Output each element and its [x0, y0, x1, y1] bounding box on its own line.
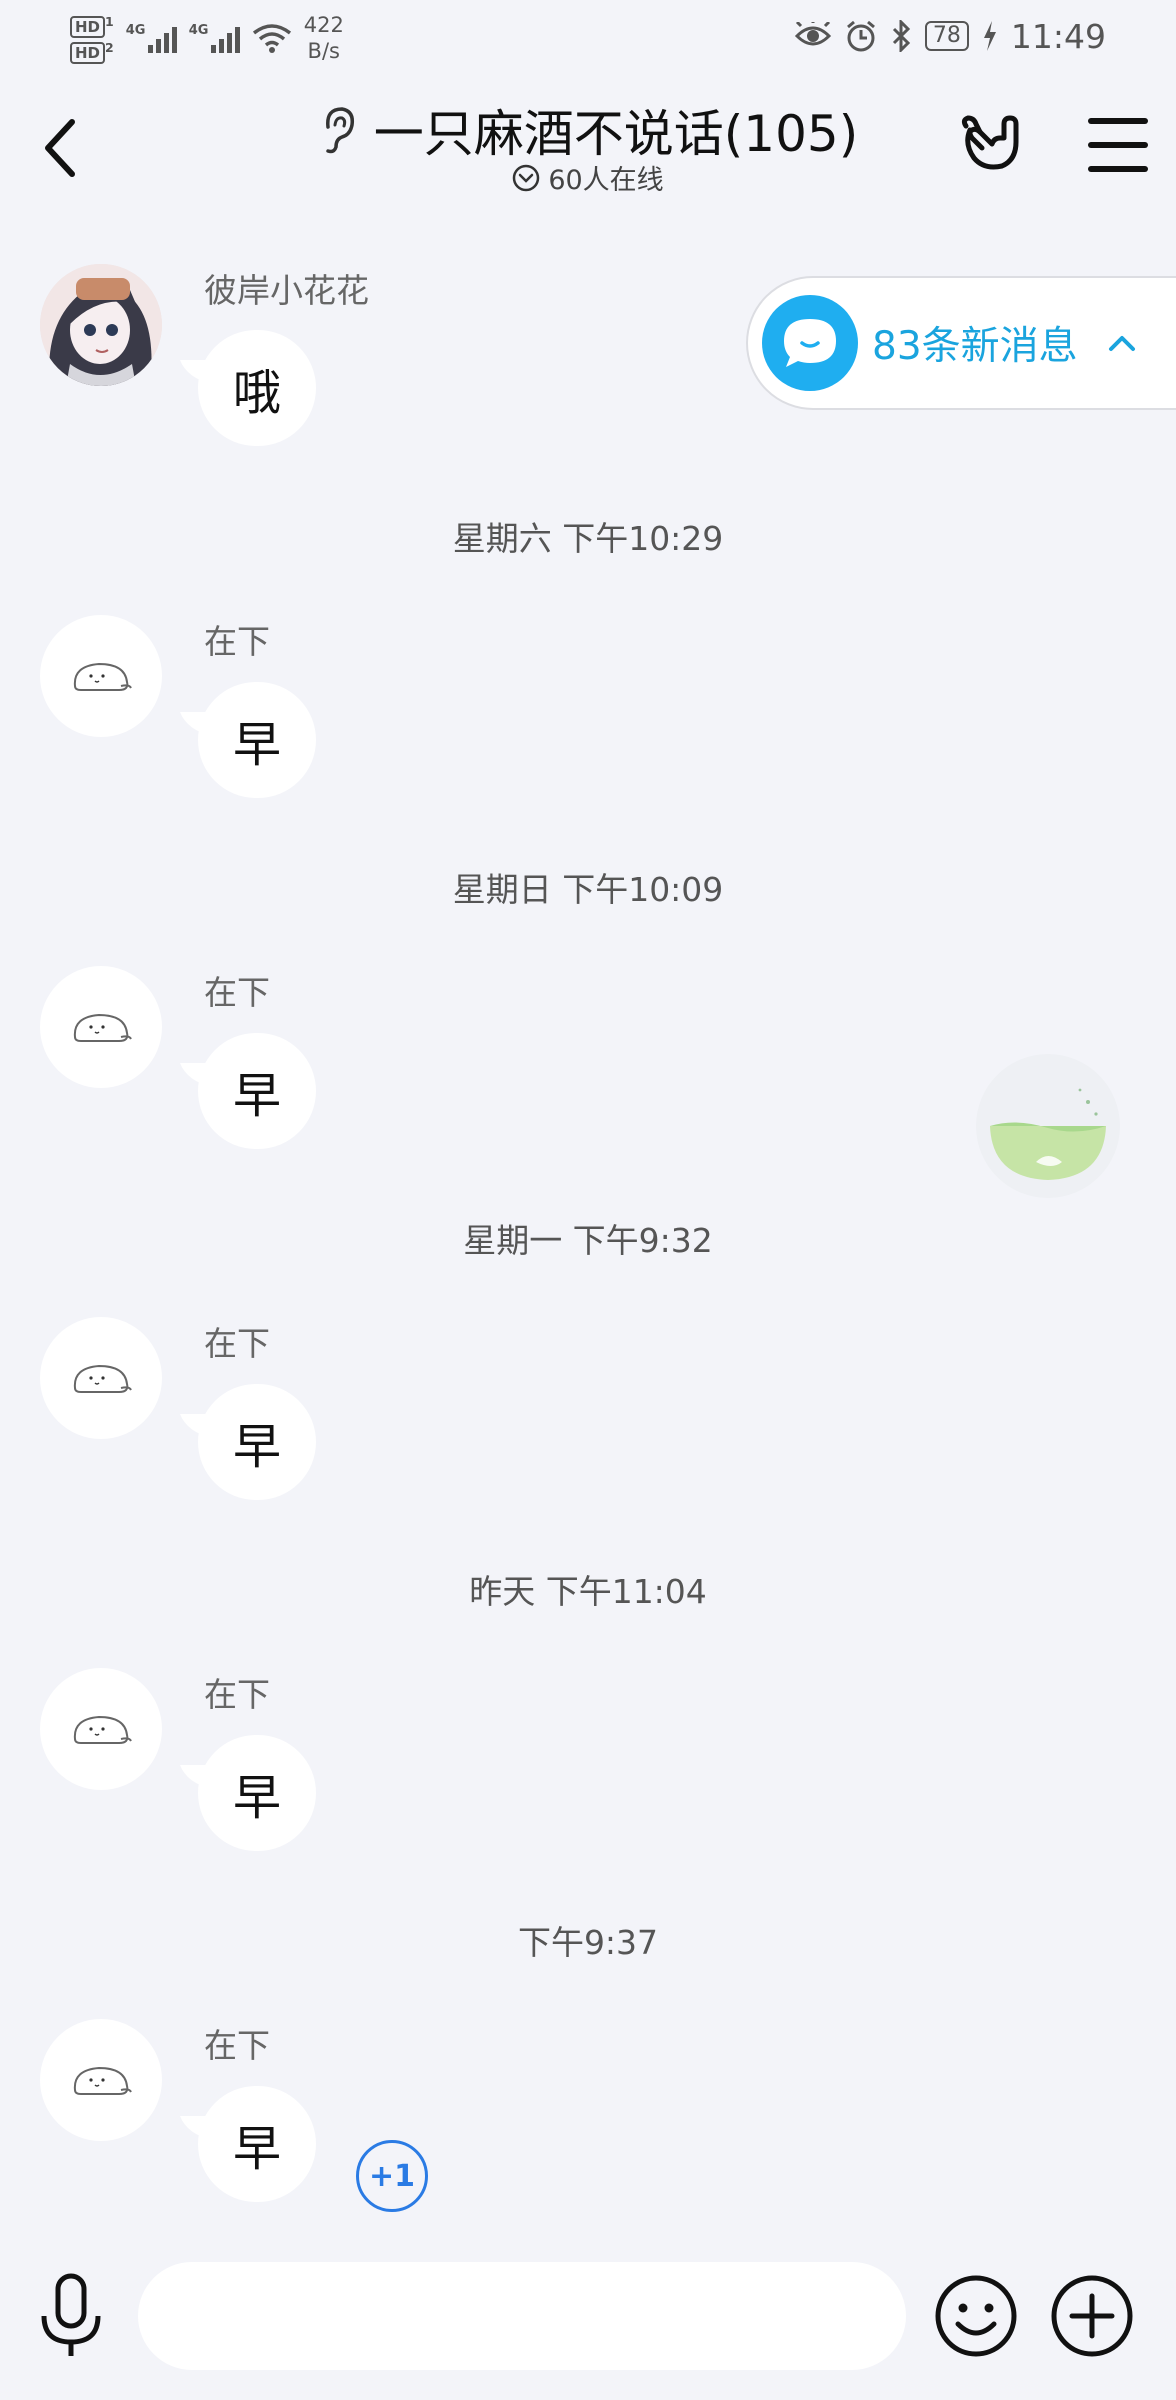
battery-indicator: 78: [924, 21, 969, 51]
sender-name: 彼岸小花花: [204, 271, 369, 310]
bluetooth-icon: [892, 20, 911, 52]
hd-indicators: HD 1 HD 2: [70, 14, 114, 64]
bowl-illustration-icon: [990, 1088, 1106, 1180]
status-bar-right: 78 11:49: [794, 10, 1106, 62]
emoji-button[interactable]: [932, 2272, 1020, 2360]
message-bubble[interactable]: 早: [198, 1033, 316, 1149]
timestamp: 下午9:37: [517, 1923, 659, 1962]
clock: 11:49: [1010, 16, 1106, 56]
message-input[interactable]: [138, 2262, 906, 2370]
message-bubble[interactable]: 早: [198, 682, 316, 798]
avatar[interactable]: [40, 615, 162, 737]
timestamp: 星期日 下午10:09: [452, 870, 724, 909]
chevron-down-circle-icon: [513, 164, 540, 191]
avatar[interactable]: [40, 1668, 162, 1790]
hand-gesture-icon: [961, 115, 1019, 170]
seal-avatar-icon: [73, 662, 132, 691]
more-options-button[interactable]: [1048, 2272, 1136, 2360]
avatar[interactable]: [40, 264, 162, 386]
avatar[interactable]: [40, 966, 162, 1088]
avatar[interactable]: [40, 1317, 162, 1439]
group-title: 一只麻酒不说话(105): [373, 105, 859, 163]
menu-button[interactable]: [1088, 118, 1148, 172]
hand-gesture-button[interactable]: [958, 110, 1024, 176]
seal-avatar-icon: [73, 1364, 132, 1393]
message-bubble[interactable]: 早: [198, 1384, 316, 1500]
plus-one-button[interactable]: +1: [356, 2140, 428, 2212]
sender-name: 在下: [204, 1324, 270, 1363]
seal-avatar-icon: [73, 1013, 132, 1042]
message-bubble[interactable]: 早: [198, 1735, 316, 1851]
seal-avatar-icon: [73, 2066, 132, 2095]
sender-name: 在下: [204, 1675, 270, 1714]
signal-icon: 4G: [126, 23, 177, 53]
hd1-indicator: HD 1: [70, 14, 114, 38]
timestamp: 星期一 下午9:32: [463, 1221, 713, 1260]
emoji-icon: [935, 2275, 1017, 2357]
sender-name: 在下: [204, 973, 270, 1012]
plus-circle-icon: [1051, 2275, 1133, 2357]
chat-header: 一只麻酒不说话(105) 60人在线: [0, 78, 1176, 218]
new-messages-label: 83条新消息: [872, 324, 1078, 369]
chat-screen: HD 1 HD 2 4G 4G 422 B/s 78 11:49 一只麻酒不说话…: [0, 0, 1176, 2400]
microphone-icon: [41, 2273, 101, 2356]
chevron-up-icon: [1108, 336, 1135, 351]
network-speed: 422 B/s: [303, 13, 344, 63]
ear-icon: [325, 107, 354, 154]
menu-icon: [1088, 118, 1148, 124]
sender-name: 在下: [204, 622, 270, 661]
sender-name: 在下: [204, 2026, 270, 2065]
alarm-icon: [846, 20, 875, 52]
status-bar: HD 1 HD 2 4G 4G 422 B/s 78 11:49: [0, 0, 1176, 72]
wifi-icon: [252, 24, 291, 53]
message-bubble[interactable]: 早: [198, 2086, 316, 2202]
signal-icon-2: 4G: [189, 23, 240, 53]
new-messages-pill[interactable]: 83条新消息: [746, 276, 1176, 410]
floating-pendant[interactable]: [976, 1054, 1120, 1198]
chat-bubble-icon: [762, 295, 858, 391]
charging-icon: [983, 21, 996, 51]
status-bar-left: HD 1 HD 2 4G 4G 422 B/s: [70, 8, 344, 68]
anime-avatar-icon: [40, 264, 162, 386]
timestamp: 星期六 下午10:29: [452, 519, 724, 558]
online-count: 60人在线: [548, 165, 664, 196]
seal-avatar-icon: [73, 1715, 132, 1744]
timestamp: 昨天 下午11:04: [469, 1572, 707, 1611]
eye-icon: [794, 22, 831, 46]
message-bubble[interactable]: 哦: [198, 330, 316, 446]
avatar[interactable]: [40, 2019, 162, 2141]
hd2-indicator: HD 2: [70, 40, 114, 64]
voice-button[interactable]: [36, 2272, 106, 2362]
